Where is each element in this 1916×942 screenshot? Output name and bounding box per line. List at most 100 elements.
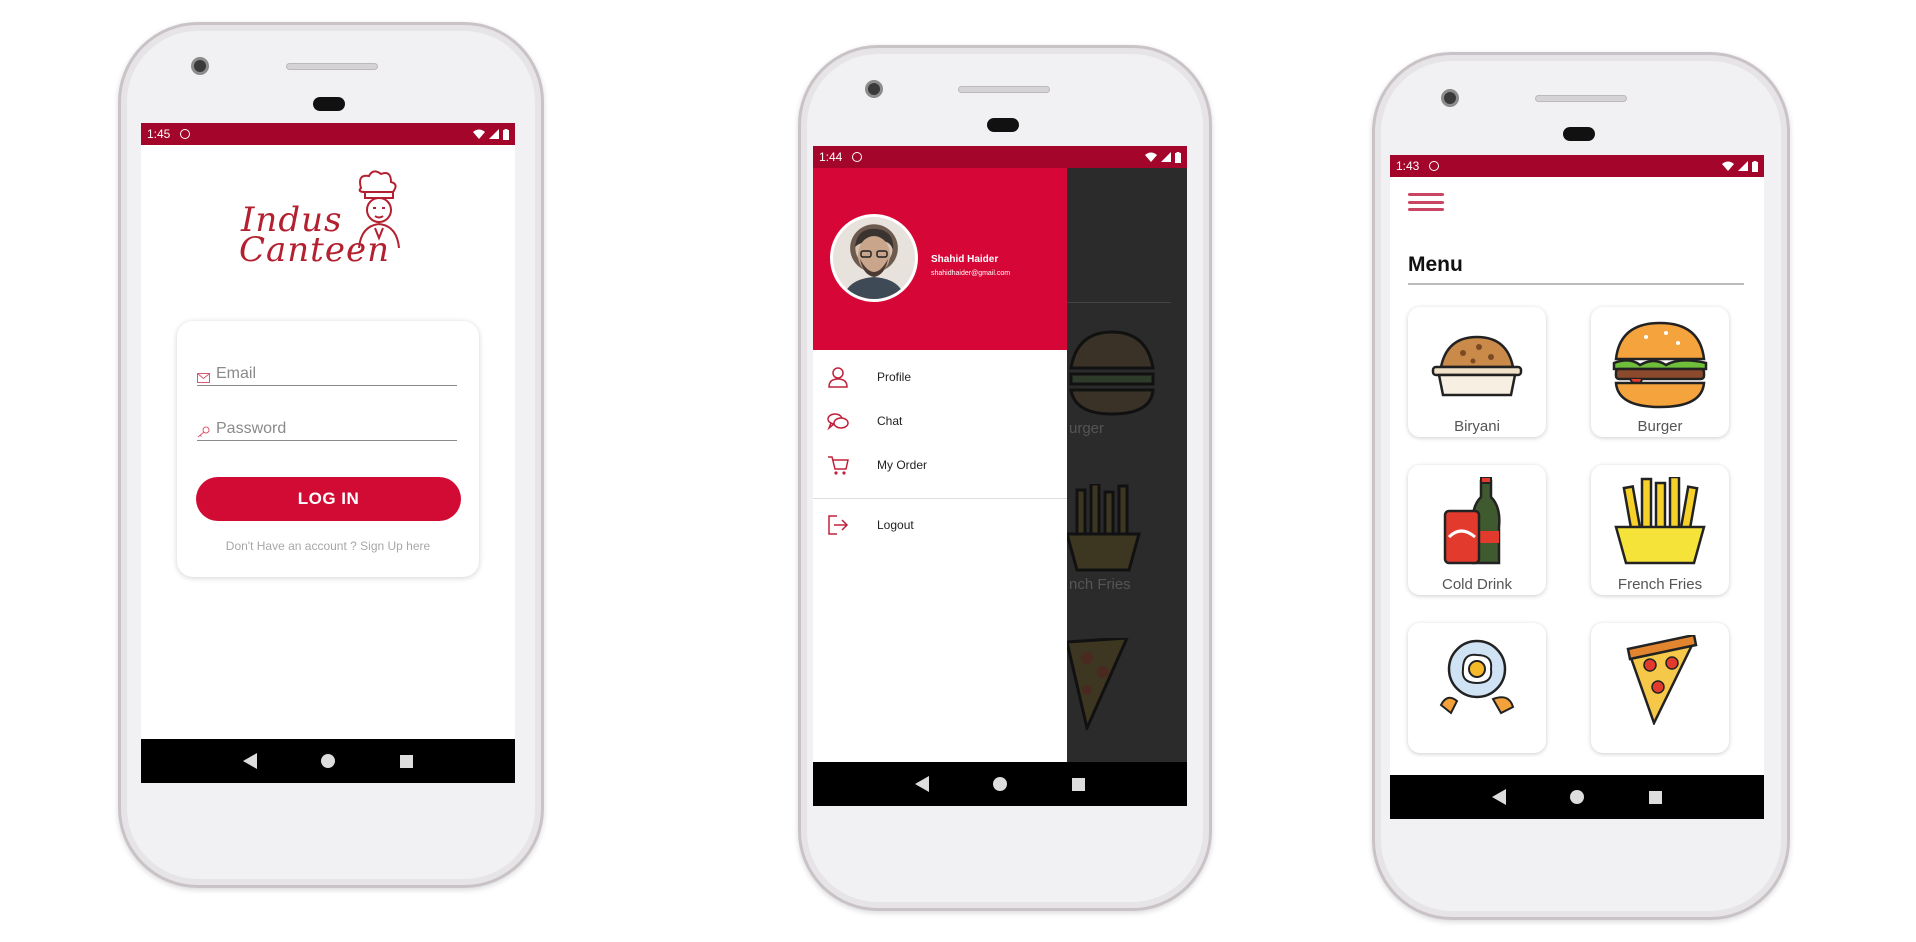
french-fries-icon [1067, 484, 1141, 572]
user-icon [828, 367, 848, 388]
front-camera [865, 80, 883, 98]
burger-icon [1069, 330, 1155, 416]
menu-item-label: Biryani [1454, 418, 1500, 435]
recents-icon[interactable] [1648, 790, 1662, 804]
status-time: 1:44 [819, 150, 843, 164]
proximity-sensor [313, 97, 345, 111]
wifi-icon [1145, 152, 1157, 162]
page-title: Menu [1408, 253, 1463, 276]
user-name: Shahid Haider [931, 254, 999, 265]
android-nav-bar [813, 762, 1187, 806]
recents-icon[interactable] [1071, 777, 1085, 791]
drawer-divider [813, 498, 1067, 499]
front-camera [191, 57, 209, 75]
grid-bottom-fade [1390, 757, 1764, 775]
status-bar: 1:44 [813, 146, 1187, 168]
avatar[interactable] [830, 214, 918, 302]
chat-icon [827, 413, 849, 431]
battery-icon [1175, 151, 1181, 163]
menu-item-pizza[interactable] [1591, 623, 1729, 753]
menu-item-burger[interactable]: Burger [1591, 307, 1729, 437]
drawer-screen: 1:44 urger nch Fries Shahid Haider shahi… [813, 146, 1187, 806]
home-icon[interactable] [1570, 790, 1585, 804]
phone-login: 1:45 Indus Canteen Email Password LOG IN… [118, 22, 544, 888]
burger-icon [1612, 321, 1708, 409]
home-icon[interactable] [993, 777, 1008, 791]
password-field[interactable]: Password [197, 411, 457, 441]
back-icon[interactable] [1492, 789, 1507, 805]
login-card: Email Password LOG IN Don't Have an acco… [177, 321, 479, 577]
back-icon[interactable] [915, 776, 930, 792]
menu-item-biryani[interactable]: Biryani [1408, 307, 1546, 437]
indus-canteen-logo: Indus Canteen [231, 168, 421, 273]
status-time: 1:45 [147, 127, 171, 141]
pizza-icon [1067, 638, 1129, 730]
menu-item-cold-drink[interactable]: Cold Drink [1408, 465, 1546, 595]
signal-icon [489, 129, 499, 139]
email-placeholder: Email [216, 365, 257, 382]
home-icon[interactable] [321, 754, 336, 768]
earpiece-speaker [286, 63, 378, 70]
cold-drink-icon [1443, 477, 1501, 565]
navigation-drawer: Shahid Haider shahidhaider@gmail.com Pro… [813, 168, 1067, 762]
android-nav-bar [141, 739, 515, 783]
proximity-sensor [1563, 127, 1595, 141]
menu-item-egg[interactable] [1408, 623, 1546, 753]
drawer-item-chat[interactable]: Chat [813, 404, 1067, 438]
proximity-sensor [987, 118, 1019, 132]
wifi-icon [1722, 161, 1734, 171]
signal-icon [1738, 161, 1748, 171]
status-bar: 1:45 [141, 123, 515, 145]
earpiece-speaker [1535, 95, 1627, 102]
drawer-item-label: Profile [877, 370, 912, 384]
status-time: 1:43 [1396, 159, 1420, 173]
drawer-item-label: My Order [877, 458, 928, 472]
menu-screen: 1:43 Menu Biryani Burger Cold Drink Fren… [1390, 155, 1764, 819]
logo-text-line2: Canteen [239, 230, 390, 270]
egg-icon [1439, 639, 1515, 715]
drawer-item-label: Chat [877, 414, 903, 428]
login-button[interactable]: LOG IN [196, 477, 461, 521]
drawer-item-logout[interactable]: Logout [813, 508, 1067, 542]
battery-icon [503, 128, 509, 140]
sync-icon [852, 152, 863, 162]
wifi-icon [473, 129, 485, 139]
back-icon[interactable] [243, 753, 258, 769]
signup-link[interactable]: Don't Have an account ? Sign Up here [177, 539, 479, 553]
earpiece-speaker [958, 86, 1050, 93]
drawer-header: Shahid Haider shahidhaider@gmail.com [813, 168, 1067, 350]
password-placeholder: Password [216, 420, 287, 437]
status-bar: 1:43 [1390, 155, 1764, 177]
bg-label-burger: urger [1069, 420, 1105, 437]
menu-item-label: Cold Drink [1441, 576, 1513, 593]
bg-divider [1067, 302, 1171, 303]
signal-icon [1161, 152, 1171, 162]
drawer-item-label: Logout [877, 518, 914, 532]
menu-item-french-fries[interactable]: French Fries [1591, 465, 1729, 595]
key-icon [197, 426, 210, 438]
android-nav-bar [1390, 775, 1764, 819]
phone-drawer: 1:44 urger nch Fries Shahid Haider shahi… [798, 45, 1212, 911]
recents-icon[interactable] [399, 754, 413, 768]
french-fries-icon [1614, 477, 1706, 565]
sync-icon [180, 129, 191, 139]
title-underline [1408, 283, 1744, 285]
drawer-item-my-order[interactable]: My Order [813, 448, 1067, 482]
battery-icon [1752, 160, 1758, 172]
front-camera [1441, 89, 1459, 107]
drawer-item-profile[interactable]: Profile [813, 360, 1067, 394]
sync-icon [1429, 161, 1440, 171]
mail-icon [197, 373, 210, 383]
menu-item-label: Burger [1637, 418, 1683, 435]
logout-icon [828, 515, 849, 535]
login-screen: 1:45 Indus Canteen Email Password LOG IN… [141, 123, 515, 783]
biryani-icon [1431, 335, 1523, 397]
pizza-icon [1626, 635, 1698, 725]
hamburger-menu-icon[interactable] [1408, 193, 1444, 211]
phone-menu: 1:43 Menu Biryani Burger Cold Drink Fren… [1372, 52, 1790, 920]
user-email: shahidhaider@gmail.com [931, 270, 1011, 277]
menu-item-label: French Fries [1617, 576, 1703, 593]
email-field[interactable]: Email [197, 356, 457, 386]
bg-label-fries: nch Fries [1069, 576, 1131, 593]
cart-icon [828, 456, 849, 475]
